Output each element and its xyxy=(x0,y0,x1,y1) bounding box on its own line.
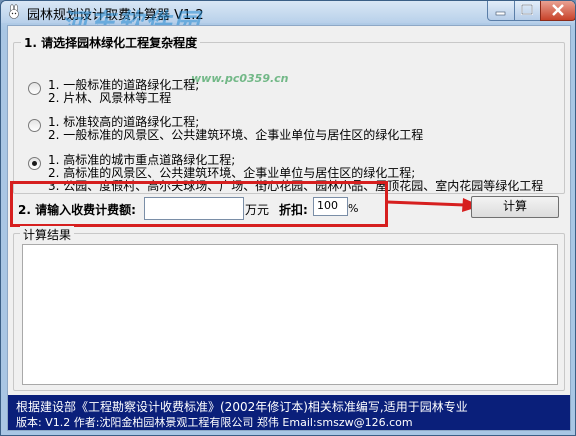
complexity-group: 1. 请选择园林绿化工程复杂程度 1. 一般标准的道路绿化工程; 2. 片林、风… xyxy=(13,34,565,194)
minimize-icon xyxy=(495,11,506,16)
result-legend: 计算结果 xyxy=(20,226,75,243)
result-output[interactable] xyxy=(22,244,558,385)
client-area: www.pc0359.cn 1. 请选择园林绿化工程复杂程度 1. 一般标准的道… xyxy=(7,25,571,431)
close-icon xyxy=(552,4,564,16)
maximize-icon xyxy=(521,4,533,15)
fee-unit: 万元 xyxy=(245,203,270,217)
fee-input[interactable] xyxy=(144,197,244,220)
radio-button[interactable] xyxy=(28,82,41,95)
option-line: 2. 片林、风景林等工程 xyxy=(48,91,172,105)
footer-standard-text: 根据建设部《工程勘察设计收费标准》(2002年修订本)相关标准编写,适用于园林专… xyxy=(16,400,468,414)
discount-label: 折扣: xyxy=(279,203,308,217)
radio-button-selected[interactable] xyxy=(28,157,41,170)
discount-input[interactable]: 100 xyxy=(313,197,348,216)
complexity-legend: 1. 请选择园林绿化工程复杂程度 xyxy=(21,34,201,51)
maximize-button[interactable] xyxy=(514,1,541,21)
arrow-icon xyxy=(386,198,481,212)
calculate-button[interactable]: 计算 xyxy=(471,196,559,218)
footer-info: 根据建设部《工程勘察设计收费标准》(2002年修订本)相关标准编写,适用于园林专… xyxy=(8,395,570,430)
percent-sign: % xyxy=(348,202,359,215)
title-bar[interactable]: 园林规划设计取费计算器 V1.2 河东软件园 xyxy=(1,1,575,39)
result-group: 计算结果 xyxy=(13,226,565,391)
app-window: 园林规划设计取费计算器 V1.2 河东软件园 www.pc0359.cn 1. … xyxy=(0,0,576,436)
close-button[interactable] xyxy=(540,1,575,21)
footer-author-text: 版本: V1.2 作者:沈阳金柏园林景观工程有限公司 郑伟 Email:smsz… xyxy=(16,416,413,429)
minimize-button[interactable] xyxy=(487,1,515,21)
option-line: 2. 一般标准的风景区、公共建筑环境、企事业单位与居住区的绿化工程 xyxy=(48,128,424,142)
rabbit-icon xyxy=(9,4,19,19)
radio-button[interactable] xyxy=(28,119,41,132)
fee-label: 2. 请输入收费计费额: xyxy=(18,203,136,217)
